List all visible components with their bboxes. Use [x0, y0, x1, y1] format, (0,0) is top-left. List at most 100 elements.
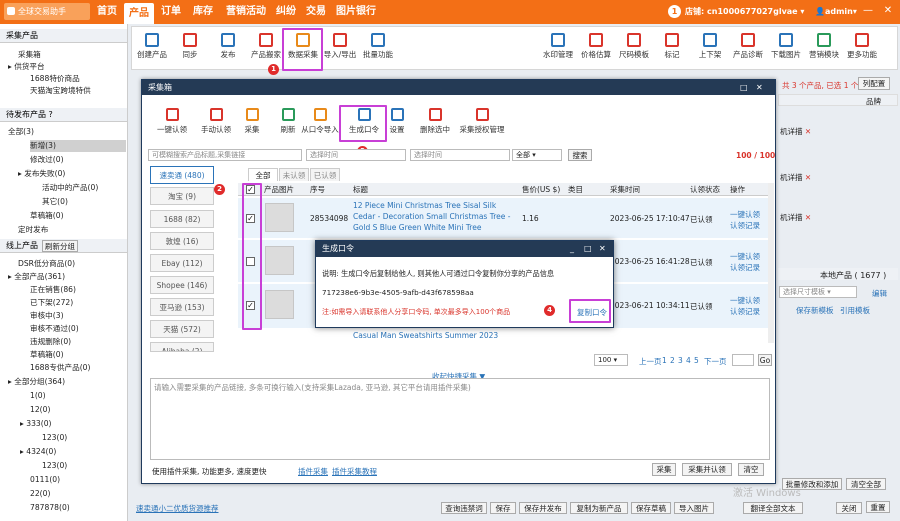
source-amazon[interactable]: 亚马逊 (153) [150, 298, 214, 316]
tree-under-review[interactable]: 审核中(3) [30, 310, 64, 322]
tree-in-activity[interactable]: 活动中的产品(0) [42, 182, 98, 194]
help-icon[interactable]: ? [49, 110, 53, 119]
collect-button[interactable]: 采集 [232, 104, 272, 140]
tree-group-0111[interactable]: 0111(0) [30, 474, 60, 486]
tree-1688-special[interactable]: 1688特价商品 [30, 73, 80, 85]
reset-button[interactable]: 重置 [866, 501, 890, 513]
check-banned-words-button[interactable]: 查询违禁词 [441, 502, 487, 514]
import-from-token-button[interactable]: 从口令导入 [298, 104, 342, 140]
import-export-button[interactable]: 导入/导出 [322, 27, 358, 69]
ref-template-link[interactable]: 引用模板 [840, 305, 870, 316]
save-new-template-link[interactable]: 保存新模板 [796, 305, 834, 316]
source-taobao[interactable]: 淘宝 (9) [150, 187, 214, 205]
restore-icon[interactable]: □ [584, 241, 592, 257]
close-icon[interactable]: ✕ [881, 4, 895, 18]
table-scrollbar[interactable] [768, 183, 774, 343]
tree-group-787878[interactable]: 787878(0) [30, 502, 70, 514]
import-image-button[interactable]: 导入图片 [674, 502, 714, 514]
tab-unclaimed[interactable]: 未认领 [279, 168, 309, 181]
refresh-group-button[interactable]: 刷新分组 [42, 240, 78, 252]
tree-supply-platform[interactable]: ▸ 供货平台 [8, 61, 45, 73]
tab-all[interactable]: 全部 [248, 168, 278, 181]
row-title-link[interactable]: Casual Man Sweatshirts Summer 2023 [353, 331, 498, 340]
nav-disputes[interactable]: 纠纷 [272, 0, 300, 24]
tree-tmall-taobao[interactable]: 天猫淘宝跨境特供 [30, 85, 91, 97]
tree-publish-failed[interactable]: ▸ 发布失败(0) [18, 168, 65, 180]
create-product-button[interactable]: 创建产品 [134, 27, 170, 69]
page-3-link[interactable]: 3 [678, 356, 683, 365]
nav-inventory[interactable]: 库存 [188, 0, 218, 24]
download-image-button[interactable]: 下载图片 [768, 27, 804, 69]
page-2-link[interactable]: 2 [670, 356, 675, 365]
claim-record-link[interactable]: 认领记录 [730, 220, 760, 231]
user-menu[interactable]: 👤admin▾ [815, 0, 857, 24]
tree-1688-exclusive[interactable]: 1688专供产品(0) [30, 362, 90, 374]
tree-other[interactable]: 其它(0) [42, 196, 68, 208]
source-alibaba[interactable]: Alibaba (2) [150, 342, 214, 352]
size-template-select[interactable]: 选择尺寸模板 ▾ [779, 286, 857, 298]
clear-button[interactable]: 清空 [738, 463, 764, 476]
minimize-icon[interactable]: _ [570, 241, 574, 257]
more-functions-button[interactable]: 更多功能 [844, 27, 880, 69]
marketing-module-button[interactable]: 营销模块 [806, 27, 842, 69]
source-aliexpress[interactable]: 速卖通 (480) [150, 166, 214, 184]
collect-submit-button[interactable]: 采集 [652, 463, 676, 476]
tree-review-failed[interactable]: 审核不通过(0) [30, 323, 79, 335]
collect-links-textarea[interactable]: 请输入需要采集的产品链接, 多条可换行输入(支持采集Lazada, 亚马逊, 其… [150, 378, 770, 460]
end-date-input[interactable]: 选择时间 [410, 149, 510, 161]
platform-filter-select[interactable]: 全部 ▾ [512, 149, 562, 161]
source-ebay[interactable]: Ebay (112) [150, 254, 214, 272]
source-tmall[interactable]: 天猫 (572) [150, 320, 214, 338]
row-title-link[interactable]: 12 Piece Mini Christmas Tree Sisal Silk … [353, 200, 511, 233]
quality-source-link[interactable]: 速卖通小二优质货源推荐 [136, 503, 219, 514]
prev-page-link[interactable]: 上一页 [639, 356, 662, 367]
clear-all-button[interactable]: 清空全部 [846, 478, 886, 490]
tree-collect-box[interactable]: 采集箱 [18, 49, 41, 61]
one-click-claim-link[interactable]: 一键认领 [730, 251, 760, 262]
close-icon[interactable]: ✕ [805, 127, 811, 136]
tree-group-12[interactable]: 12(0) [30, 404, 50, 416]
search-input[interactable]: 可模糊搜索产品标题,采集链接 [148, 149, 302, 161]
edit-link[interactable]: 编辑 [872, 288, 887, 299]
claim-record-link[interactable]: 认领记录 [730, 262, 760, 273]
product-move-button[interactable]: 产品搬家 [248, 27, 284, 69]
tree-delisted[interactable]: 已下架(272) [30, 297, 73, 309]
product-diagnosis-button[interactable]: 产品诊断 [730, 27, 766, 69]
tree-all-products[interactable]: ▸ 全部产品(361) [8, 271, 65, 283]
nav-products[interactable]: 产品 [124, 3, 154, 24]
source-1688[interactable]: 1688 (82) [150, 210, 214, 228]
one-click-claim-link[interactable]: 一键认领 [730, 209, 760, 220]
publish-button[interactable]: 发布 [210, 27, 246, 69]
tree-group-1[interactable]: 1(0) [30, 390, 46, 402]
notification-badge[interactable]: 1 [668, 5, 681, 18]
tree-all-groups[interactable]: ▸ 全部分组(364) [8, 376, 65, 388]
collect-and-claim-button[interactable]: 采集并认领 [682, 463, 732, 476]
sync-button[interactable]: 同步 [172, 27, 208, 69]
nav-trade[interactable]: 交易 [302, 0, 330, 24]
close-button[interactable]: 关闭 [836, 502, 862, 514]
tree-drafts[interactable]: 草稿箱(0) [30, 210, 64, 222]
search-button[interactable]: 搜索 [568, 149, 592, 161]
source-dhgate[interactable]: 敦煌 (16) [150, 232, 214, 250]
tree-modified[interactable]: 修改过(0) [30, 154, 64, 166]
minimize-icon[interactable]: — [861, 4, 875, 18]
nav-marketing[interactable]: 营销活动 [220, 0, 272, 24]
source-shopee[interactable]: Shopee (146) [150, 276, 214, 294]
close-icon[interactable]: ✕ [805, 213, 811, 222]
nav-image-bank[interactable]: 图片银行 [332, 0, 380, 24]
bg-detail-link[interactable]: 机详描 ✕ [780, 212, 811, 223]
one-click-claim-link[interactable]: 一键认领 [730, 295, 760, 306]
next-page-link[interactable]: 下一页 [704, 356, 727, 367]
go-button[interactable]: Go [758, 354, 772, 366]
close-icon[interactable]: ✕ [599, 241, 606, 257]
watermark-button[interactable]: 水印管理 [540, 27, 576, 69]
page-5-link[interactable]: 5 [694, 356, 699, 365]
tree-violation-deleted[interactable]: 违规删除(0) [30, 336, 71, 348]
tree-dsr-low[interactable]: DSR低分商品(0) [18, 258, 75, 270]
tree-on-sale[interactable]: 正在销售(86) [30, 284, 76, 296]
claim-record-link[interactable]: 认领记录 [730, 306, 760, 317]
bg-detail-link[interactable]: 机详描 ✕ [780, 126, 811, 137]
tree-group-4324[interactable]: ▸ 4324(0) [20, 446, 56, 458]
tree-group-123b[interactable]: 123(0) [42, 460, 67, 472]
copy-new-product-button[interactable]: 复制为新产品 [570, 502, 628, 514]
